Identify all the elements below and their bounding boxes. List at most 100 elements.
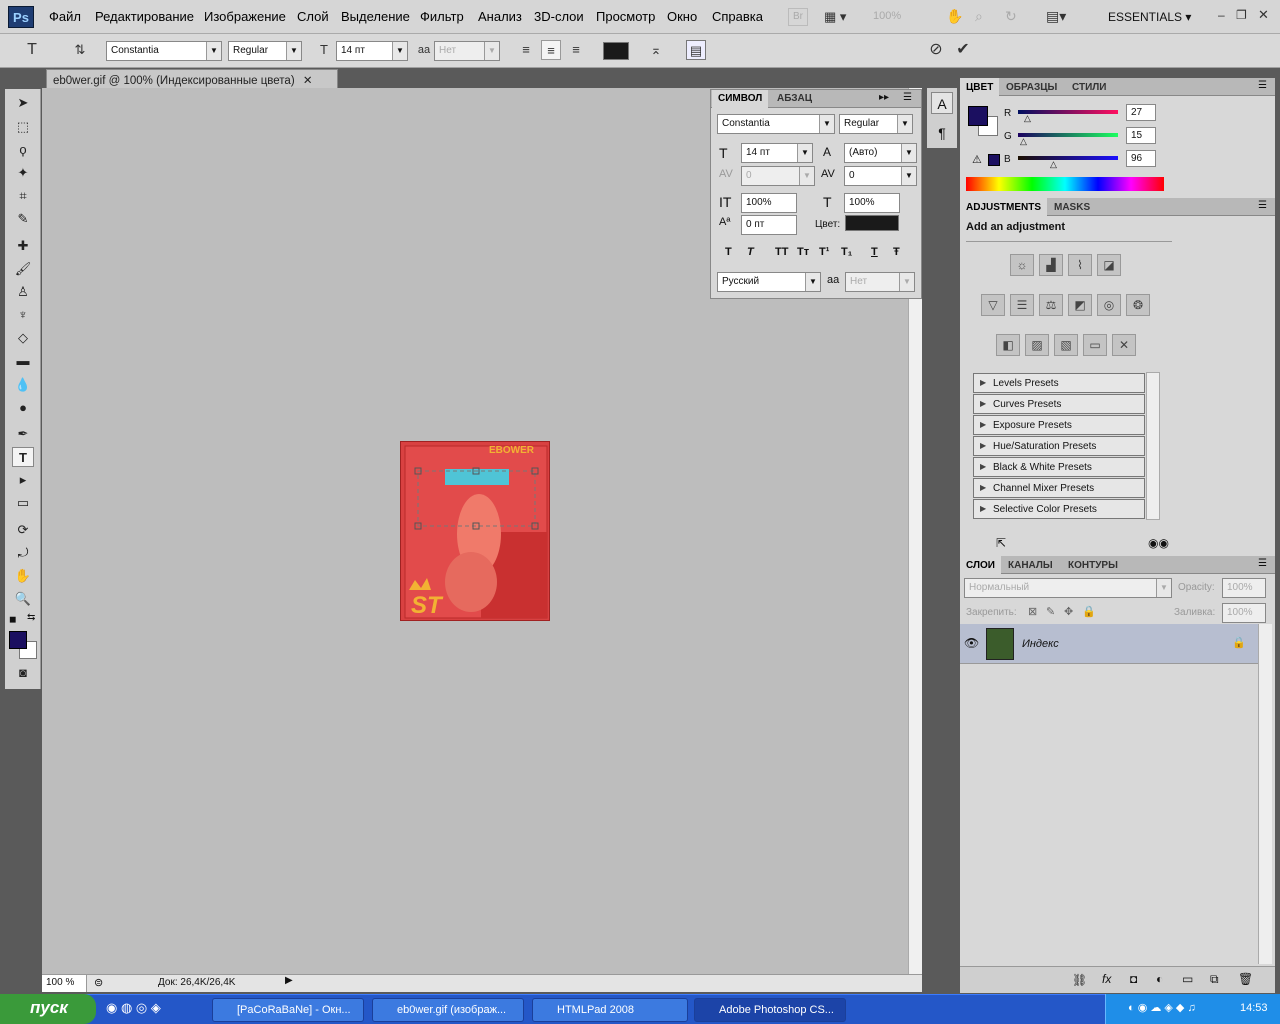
restore-button[interactable]: ❐ <box>1236 8 1247 22</box>
invert-adjustment-icon[interactable]: ◧ <box>996 334 1020 356</box>
menu-3d[interactable]: 3D-слои <box>534 9 584 24</box>
fill-input[interactable]: 100% <box>1222 603 1266 623</box>
tracking-select[interactable]: 0 ▼ <box>844 166 917 186</box>
swap-colors-icon[interactable]: ⇆ <box>27 612 35 623</box>
magic-wand-tool-icon[interactable]: ✦ <box>12 163 34 183</box>
strikethrough-button[interactable]: Ŧ <box>893 246 900 258</box>
r-slider-thumb-icon[interactable]: △ <box>1024 113 1031 124</box>
commit-edit-icon[interactable]: ✔ <box>953 40 973 60</box>
text-orientation-icon[interactable]: ⇅ <box>70 40 90 60</box>
new-group-icon[interactable]: ▭ <box>1182 972 1193 986</box>
quick-mask-icon[interactable]: ◙ <box>12 663 34 683</box>
vibrance-adjustment-icon[interactable]: ▽ <box>981 294 1005 316</box>
faux-italic-button[interactable]: T <box>747 246 754 258</box>
character-panel-icon[interactable]: A <box>931 92 953 114</box>
eyedropper-tool-icon[interactable]: ✎ <box>12 209 34 229</box>
channel-mixer-adjustment-icon[interactable]: ❂ <box>1126 294 1150 316</box>
menu-image[interactable]: Изображение <box>204 9 286 24</box>
char-antialias-select[interactable]: Нет ▼ <box>845 272 915 292</box>
hand-tool-icon[interactable]: ✋ <box>12 566 34 586</box>
lock-transparency-icon[interactable]: ⊠ <box>1028 605 1037 618</box>
faux-bold-button[interactable]: T <box>725 246 732 258</box>
exposure-adjustment-icon[interactable]: ◪ <box>1097 254 1121 276</box>
lasso-tool-icon[interactable]: ϙ <box>12 140 34 160</box>
baseline-shift-input[interactable]: 0 пт <box>741 215 797 235</box>
menu-view[interactable]: Просмотр <box>596 9 655 24</box>
add-mask-icon[interactable]: ◘ <box>1130 972 1137 986</box>
pen-tool-icon[interactable]: ✒ <box>12 424 34 444</box>
arrange-documents-icon[interactable]: ▤▾ <box>1046 8 1066 25</box>
panel-menu-icon[interactable]: ☰ <box>1258 200 1267 211</box>
presets-scrollbar-track[interactable] <box>1146 372 1160 520</box>
align-right-icon[interactable]: ≡ <box>566 40 586 60</box>
panel-menu-icon[interactable]: ☰ <box>1258 80 1267 91</box>
task-eb0wer-gif[interactable]: eb0wer.gif (изображ... <box>372 998 524 1022</box>
tab-masks[interactable]: MASKS <box>1048 198 1096 216</box>
text-color-swatch[interactable] <box>603 42 629 60</box>
posterize-adjustment-icon[interactable]: ▨ <box>1025 334 1049 356</box>
zoom-icon[interactable]: ⌕ <box>975 8 983 25</box>
brightness-adjustment-icon[interactable]: ☼ <box>1010 254 1034 276</box>
new-layer-icon[interactable]: ⧉ <box>1210 972 1219 987</box>
type-tool-icon[interactable]: T <box>12 447 34 467</box>
crop-tool-icon[interactable]: ⌗ <box>12 186 34 206</box>
font-size-select[interactable]: 14 пт ▼ <box>336 41 408 61</box>
r-slider[interactable] <box>1018 110 1118 114</box>
layer-row[interactable]: 👁 Индекс 🔒 <box>960 624 1258 664</box>
antialias-select[interactable]: Нет ▼ <box>434 41 500 61</box>
task-photoshop[interactable]: Adobe Photoshop CS... <box>694 998 846 1022</box>
gamut-color-swatch[interactable] <box>988 154 1000 166</box>
superscript-button[interactable]: T¹ <box>819 246 829 258</box>
leading-select[interactable]: (Авто) ▼ <box>844 143 917 163</box>
shape-tool-icon[interactable]: ▭ <box>12 493 34 513</box>
selective-color-adjustment-icon[interactable]: ✕ <box>1112 334 1136 356</box>
menu-edit[interactable]: Редактирование <box>95 9 194 24</box>
status-arrow-icon[interactable]: ▶ <box>285 975 293 986</box>
hand-icon[interactable]: ✋ <box>946 8 963 25</box>
rotate-view-icon[interactable]: ↻ <box>1005 8 1017 25</box>
horizontal-scale-input[interactable]: 100% <box>844 193 900 213</box>
char-font-style-select[interactable]: Regular ▼ <box>839 114 913 134</box>
visibility-eye-icon[interactable]: 👁 <box>964 636 979 650</box>
g-slider[interactable] <box>1018 133 1118 137</box>
r-input[interactable]: 27 <box>1126 104 1156 121</box>
workspace-switcher[interactable]: ESSENTIALS ▾ <box>1108 10 1191 24</box>
bridge-button[interactable]: Br <box>788 8 808 26</box>
char-font-family-select[interactable]: Constantia ▼ <box>717 114 835 134</box>
menu-layer[interactable]: Слой <box>297 9 329 24</box>
eraser-tool-icon[interactable]: ◇ <box>12 328 34 348</box>
type-tool-preset-icon[interactable]: T <box>22 40 42 60</box>
view-extras-icon[interactable]: ▦ ▾ <box>824 9 860 25</box>
tray-icons[interactable]: ◐ ◉ ☁ ◈ ◆ ♫ <box>1128 1001 1196 1014</box>
menu-file[interactable]: Файл <box>49 9 81 24</box>
status-menu-icon[interactable]: ⊜ <box>94 976 103 989</box>
tab-swatches[interactable]: ОБРАЗЦЫ <box>1000 78 1063 96</box>
color-ramp[interactable] <box>966 177 1164 191</box>
b-slider[interactable] <box>1018 156 1118 160</box>
tab-styles[interactable]: СТИЛИ <box>1066 78 1112 96</box>
black-white-adjustment-icon[interactable]: ◩ <box>1068 294 1092 316</box>
opacity-input[interactable]: 100% <box>1222 578 1266 598</box>
3d-orbit-tool-icon[interactable]: ⤾ <box>12 543 34 563</box>
collapse-panel-icon[interactable]: ▸▸ <box>879 92 889 103</box>
lock-all-icon[interactable]: 🔒 <box>1082 605 1096 618</box>
underline-button[interactable]: T <box>871 246 878 258</box>
foreground-color-swatch[interactable] <box>9 631 27 649</box>
preset-hue-saturation[interactable]: Hue/Saturation Presets <box>973 436 1145 456</box>
document-tab[interactable]: eb0wer.gif @ 100% (Индексированные цвета… <box>46 69 338 88</box>
preset-selective-color[interactable]: Selective Color Presets <box>973 499 1145 519</box>
tab-color[interactable]: ЦВЕТ <box>960 78 1000 96</box>
tab-layers[interactable]: СЛОИ <box>960 556 1001 574</box>
clone-stamp-tool-icon[interactable]: ♙ <box>12 282 34 302</box>
align-left-icon[interactable]: ≡ <box>516 40 536 60</box>
panel-menu-icon[interactable]: ☰ <box>1258 558 1267 569</box>
document-image[interactable]: EBOWER ST <box>400 441 550 621</box>
lock-image-icon[interactable]: ✎ <box>1046 605 1055 618</box>
zoom-field[interactable]: 100 % <box>42 975 87 992</box>
move-tool-icon[interactable]: ➤ <box>12 93 34 113</box>
b-input[interactable]: 96 <box>1126 150 1156 167</box>
preset-levels[interactable]: Levels Presets <box>973 373 1145 393</box>
menu-filter[interactable]: Фильтр <box>420 9 464 24</box>
cancel-edit-icon[interactable]: ⊘ <box>926 40 946 60</box>
gradient-tool-icon[interactable]: ▬ <box>12 351 34 371</box>
